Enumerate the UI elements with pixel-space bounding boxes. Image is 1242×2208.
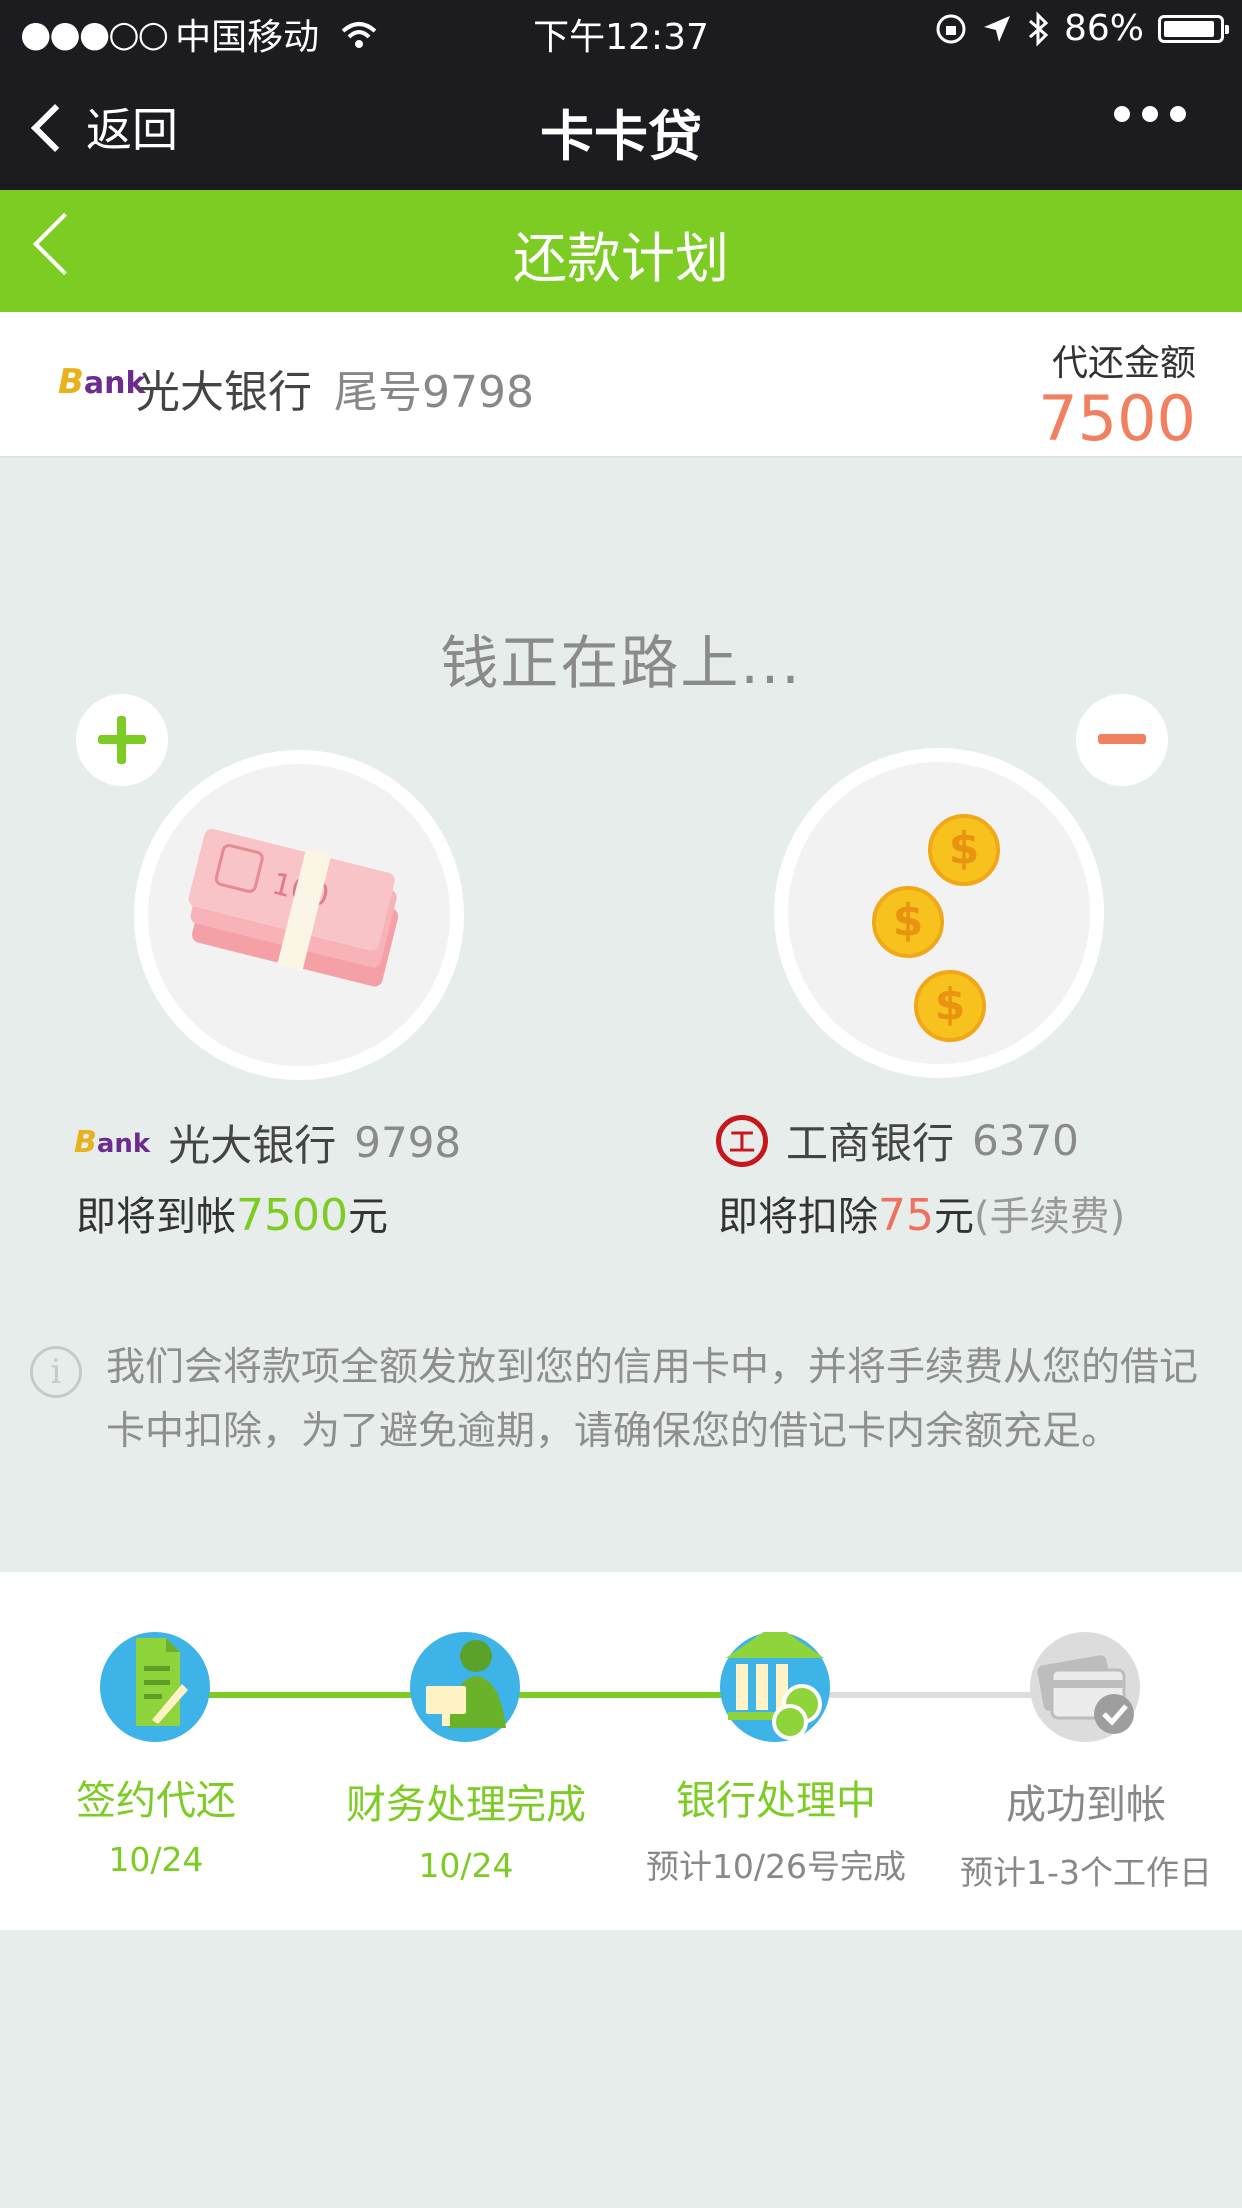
transfer-status: 钱正在路上...: [440, 629, 802, 697]
amount-value: 7500: [1038, 382, 1196, 455]
coin-icon: $: [928, 814, 1000, 886]
credit-card-label: Bank 光大银行 9798: [74, 1112, 461, 1173]
debit-prefix: 即将扣除: [718, 1194, 878, 1240]
minus-badge: [1076, 694, 1168, 786]
step-title: 成功到帐: [1006, 1782, 1166, 1828]
step-date: 预计1-3个工作日: [960, 1853, 1212, 1892]
coin-icon: $: [872, 886, 944, 958]
cash-stack-icon: 100: [188, 828, 399, 987]
coin-icon: $: [914, 970, 986, 1042]
debit-unit: 元: [934, 1194, 974, 1240]
bank-logo-icon: Bank: [74, 1125, 151, 1160]
cards-check-icon: [1030, 1632, 1140, 1742]
debit-fee-note: (手续费): [974, 1194, 1126, 1240]
credit-prefix: 即将到帐: [76, 1194, 236, 1240]
credit-amount: 7500: [236, 1190, 348, 1241]
card-tail-number: 尾号9798: [334, 367, 534, 418]
money-circle: 100: [134, 750, 464, 1080]
step-title: 签约代还: [76, 1778, 236, 1824]
nav-title: 卡卡贷: [540, 105, 702, 168]
debit-amount: 75: [878, 1190, 934, 1241]
rotation-lock-icon: [936, 14, 966, 43]
card-summary: Bank 光大银行 尾号9798 代还金额 7500: [0, 312, 1242, 458]
debit-bank-number: 6370: [972, 1116, 1079, 1165]
credit-bank-number: 9798: [354, 1118, 462, 1167]
location-icon: [983, 15, 1010, 42]
more-dot-icon: [1114, 106, 1130, 122]
finance-icon: [410, 1632, 520, 1742]
battery-percent: 86%: [1063, 8, 1144, 49]
coins-circle: $ $ $: [774, 748, 1104, 1078]
bank-logo-icon: Bank: [58, 362, 146, 402]
minus-icon: [1098, 734, 1146, 744]
bluetooth-icon: [1028, 10, 1049, 47]
credit-unit: 元: [347, 1194, 388, 1240]
page-header: 还款计划: [0, 190, 1242, 312]
debit-card-label: 工 工商银行 6370: [716, 1110, 1079, 1171]
step-title: 财务处理完成: [346, 1782, 586, 1828]
more-dot-icon: [1142, 106, 1158, 122]
amount-label: 代还金额: [1051, 343, 1196, 384]
card-bank-name: 光大银行: [136, 367, 312, 418]
step-date: 10/24: [418, 1846, 514, 1885]
contract-icon: [100, 1632, 210, 1742]
bank-icon: [720, 1624, 830, 1742]
progress-steps: 签约代还 10/24 财务处理完成 10/24 银行处理中 预计10/26号完成: [0, 1572, 1242, 1930]
step-title: 银行处理中: [676, 1778, 876, 1824]
info-icon: i: [30, 1346, 82, 1398]
debit-amount-line: 即将扣除75元(手续费): [718, 1184, 1125, 1242]
credit-amount-line: 即将到帐7500元: [76, 1184, 388, 1242]
nav-bar: 返回 卡卡贷: [0, 62, 1242, 190]
icbc-logo-icon: 工: [716, 1114, 768, 1167]
step-date: 预计10/26号完成: [645, 1847, 907, 1886]
more-button[interactable]: [1114, 106, 1186, 122]
status-bar: ●●●○○ 中国移动 下午12:37 86%: [0, 0, 1242, 62]
more-dot-icon: [1170, 106, 1186, 122]
notice-text: 我们会将款项全额发放到您的信用卡中，并将手续费从您的借记卡中扣除，为了避免逾期，…: [106, 1345, 1199, 1454]
battery-icon: [1158, 14, 1229, 43]
step-date: 10/24: [108, 1840, 204, 1879]
debit-bank-name: 工商银行: [786, 1119, 955, 1168]
credit-bank-name: 光大银行: [168, 1121, 337, 1170]
page-title: 还款计划: [513, 227, 729, 290]
status-right: 86%: [934, 8, 1229, 49]
